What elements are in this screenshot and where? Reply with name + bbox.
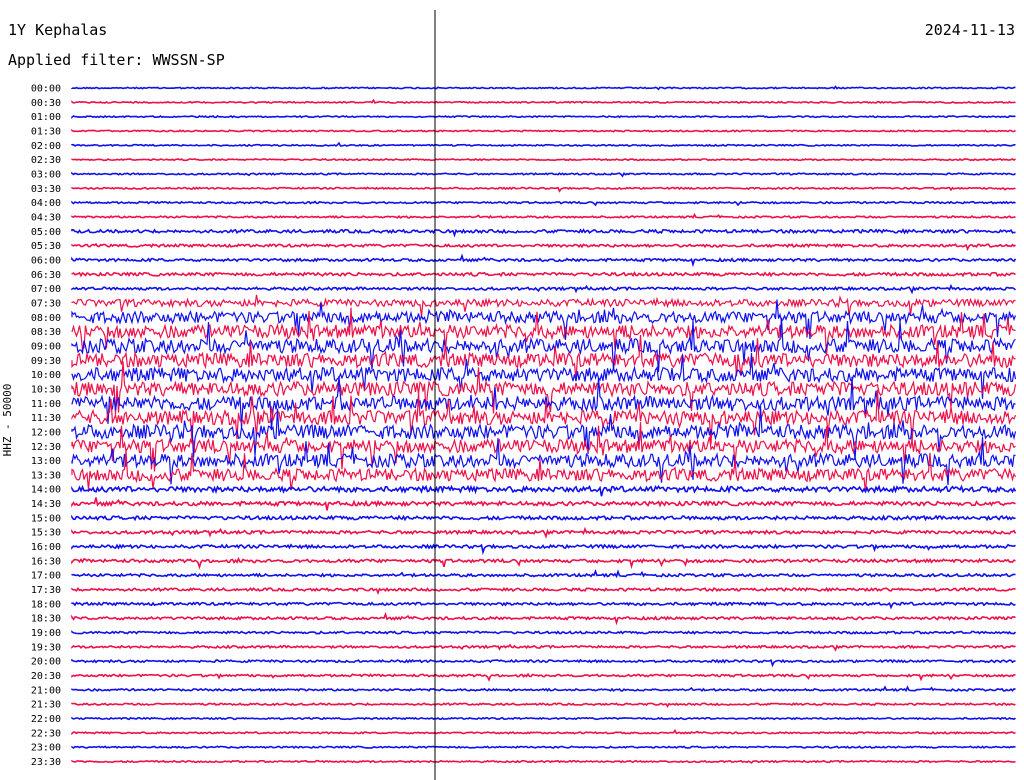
- row-label: 02:00: [31, 141, 61, 152]
- row-label: 09:00: [31, 341, 61, 352]
- row-label: 22:00: [31, 714, 61, 725]
- row-labels: 00:00 00:30 01:00 01:30 02:00 02:30 03:00 03:30…: [31, 84, 61, 769]
- row-label: 20:00: [31, 657, 61, 668]
- row-label: 01:30: [31, 126, 61, 137]
- trace-row: [71, 450, 1017, 492]
- row-label: 18:00: [31, 599, 61, 610]
- row-label: 22:30: [31, 728, 61, 739]
- trace-row: [71, 716, 1016, 721]
- trace-row: [71, 157, 1016, 162]
- row-label: 12:30: [31, 442, 61, 453]
- row-label: 11:00: [31, 399, 61, 410]
- row-label: 10:30: [31, 384, 61, 395]
- trace-row: [71, 484, 1017, 497]
- trace-row: [71, 586, 1016, 595]
- row-label: 02:30: [31, 155, 61, 166]
- row-label: 12:00: [31, 427, 61, 438]
- row-label: 17:00: [31, 571, 61, 582]
- row-label: 06:30: [31, 270, 61, 281]
- trace-row: [71, 702, 1016, 708]
- row-label: 17:30: [31, 585, 61, 596]
- trace-row: [71, 601, 1016, 610]
- row-label: 19:30: [31, 642, 61, 653]
- row-label: 05:30: [31, 241, 61, 252]
- trace-row: [71, 186, 1016, 193]
- trace-row: [71, 283, 1017, 295]
- row-label: 14:00: [31, 485, 61, 496]
- trace-row: [71, 212, 1016, 220]
- row-label: 00:30: [31, 98, 61, 109]
- row-label: 20:30: [31, 671, 61, 682]
- row-label: 23:30: [31, 757, 61, 768]
- trace-row: [71, 171, 1016, 178]
- trace-row: [71, 658, 1016, 668]
- row-label: 11:30: [31, 413, 61, 424]
- row-label: 08:30: [31, 327, 61, 338]
- row-label: 03:30: [31, 184, 61, 195]
- trace-row: [71, 128, 1016, 133]
- trace-row: [71, 543, 1016, 556]
- row-label: 21:00: [31, 685, 61, 696]
- row-label: 00:00: [31, 84, 61, 95]
- row-label: 18:30: [31, 614, 61, 625]
- trace-row: [71, 685, 1016, 693]
- row-label: 15:00: [31, 513, 61, 524]
- trace-row: [71, 514, 1016, 522]
- row-label: 09:30: [31, 356, 61, 367]
- row-label: 03:00: [31, 169, 61, 180]
- trace-row: [71, 141, 1016, 148]
- row-label: 08:00: [31, 313, 61, 324]
- trace-row: [71, 271, 1016, 278]
- trace-row: [71, 200, 1016, 207]
- trace-row: [71, 228, 1016, 238]
- trace-row: [71, 728, 1016, 736]
- trace-row: [71, 568, 1016, 579]
- row-label: 04:30: [31, 212, 61, 223]
- row-label: 13:30: [31, 470, 61, 481]
- row-label: 06:00: [31, 255, 61, 266]
- row-label: 15:30: [31, 528, 61, 539]
- row-label: 05:00: [31, 227, 61, 238]
- row-label: 16:00: [31, 542, 61, 553]
- trace-row: [71, 497, 1016, 511]
- trace-row: [71, 556, 1016, 570]
- row-label: 23:00: [31, 743, 61, 754]
- trace-row: [71, 745, 1016, 749]
- trace-row: [71, 526, 1017, 539]
- row-label: 14:30: [31, 499, 61, 510]
- trace-row: [71, 114, 1016, 119]
- row-label: 04:00: [31, 198, 61, 209]
- trace-row: [71, 672, 1016, 682]
- row-label: 21:30: [31, 700, 61, 711]
- helicorder-plot: 00:00 00:30 01:00 01:30 02:00 02:30 03:00 03:30…: [31, 10, 1017, 780]
- row-label: 10:00: [31, 370, 61, 381]
- trace-row: [71, 630, 1017, 635]
- trace-rows: [71, 85, 1017, 764]
- trace-row: [71, 643, 1016, 652]
- trace-row: [71, 98, 1016, 105]
- trace-row: [71, 242, 1016, 252]
- row-label: 01:00: [31, 112, 61, 123]
- row-label: 19:00: [31, 628, 61, 639]
- row-label: 07:30: [31, 298, 61, 309]
- trace-row: [71, 406, 1017, 460]
- row-label: 07:00: [31, 284, 61, 295]
- trace-row: [71, 253, 1017, 268]
- trace-row: [71, 611, 1016, 626]
- row-label: 16:30: [31, 556, 61, 567]
- row-label: 13:00: [31, 456, 61, 467]
- trace-row: [71, 759, 1016, 764]
- trace-row: [71, 85, 1016, 91]
